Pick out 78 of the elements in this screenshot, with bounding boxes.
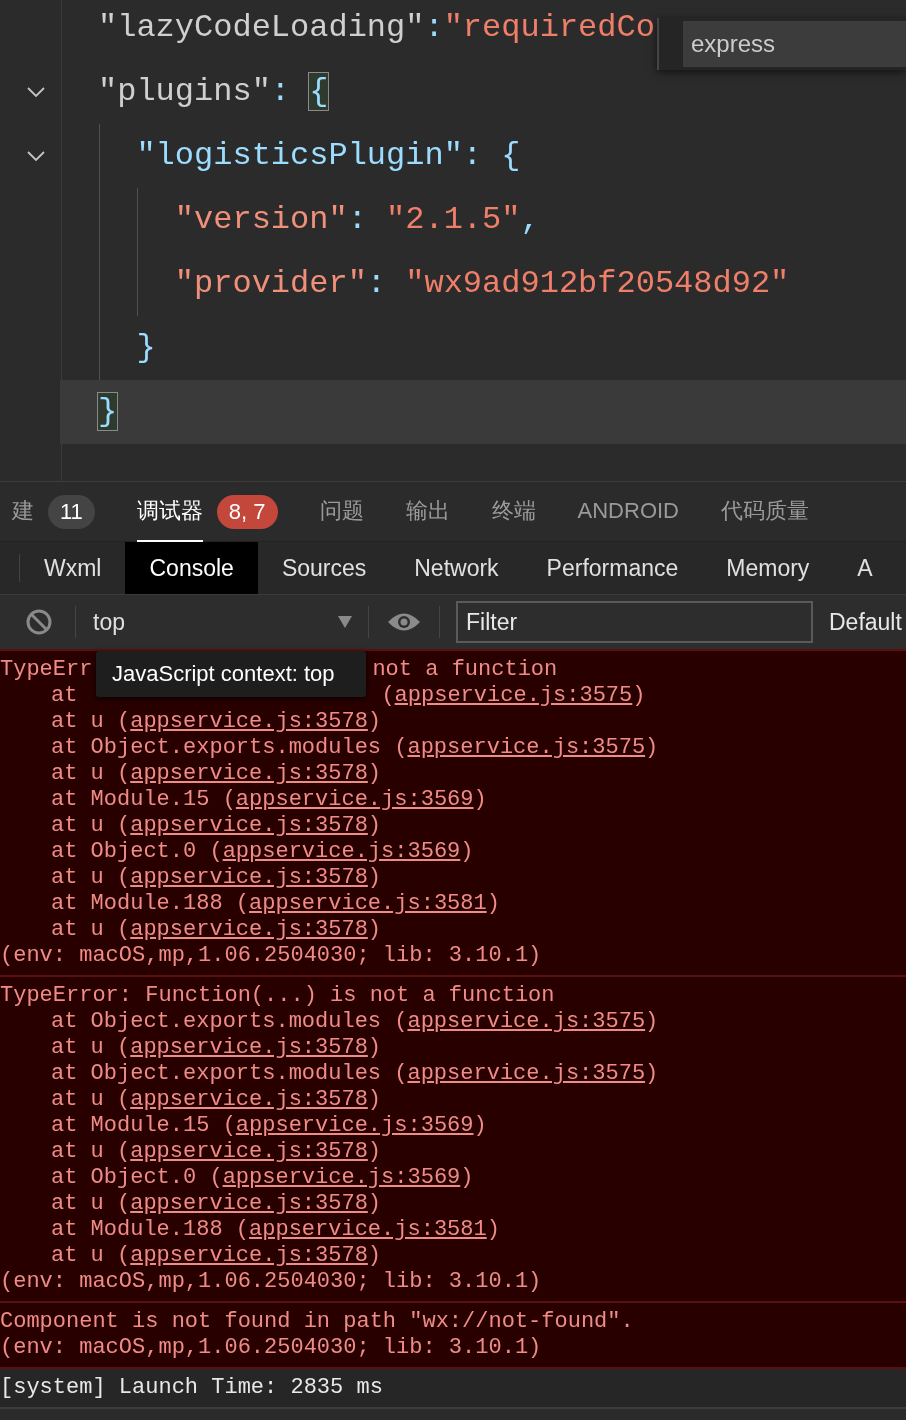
env-info: (env: macOS,mp,1.06.2504030; lib: 3.10.1) xyxy=(0,1335,543,1361)
devtools-tab[interactable]: Console xyxy=(125,542,258,594)
devtools-tab[interactable]: Network xyxy=(390,542,523,594)
source-link[interactable]: appservice.js:3578 xyxy=(130,1035,368,1061)
code-line: "logisticsPlugin": { xyxy=(135,136,521,176)
source-link[interactable]: appservice.js:3578 xyxy=(130,709,368,735)
source-link[interactable]: appservice.js:3578 xyxy=(130,761,368,787)
stack-frame: at u (appservice.js:3578) xyxy=(0,1139,906,1165)
env-info: (env: macOS,mp,1.06.2504030; lib: 3.10.1) xyxy=(0,943,543,969)
fold-chevron-icon[interactable] xyxy=(26,149,46,163)
dropdown-triangle-icon xyxy=(338,616,352,628)
log-levels-dropdown[interactable]: Default xyxy=(829,604,902,640)
stack-frame: at Object.0 (appservice.js:3569) xyxy=(0,839,906,865)
stack-frame: at Module.188 (appservice.js:3581) xyxy=(0,891,906,917)
count-badge: 11 xyxy=(48,494,95,529)
tooltip: JavaScript context: top xyxy=(96,651,366,697)
source-link[interactable]: appservice.js:3578 xyxy=(130,865,368,891)
panel-tab[interactable]: 问题 xyxy=(319,481,364,542)
source-link[interactable]: appservice.js:3578 xyxy=(130,1087,368,1113)
source-link[interactable]: appservice.js:3578 xyxy=(130,1191,368,1217)
fold-chevron-icon[interactable] xyxy=(26,85,46,99)
code-line: "provider": "wx9ad912bf20548d92" xyxy=(173,264,790,304)
stack-frame: at Object.0 (appservice.js:3569) xyxy=(0,1165,906,1191)
stack-frame: at Object.exports.modules (appservice.js:3575) xyxy=(0,1009,906,1035)
stack-frame: at Object.exports.modules (appservice.js:3575) xyxy=(0,1061,906,1087)
stack-frame: at u (appservice.js:3578) xyxy=(0,709,906,735)
source-link[interactable]: appservice.js:3578 xyxy=(130,1139,368,1165)
source-link[interactable]: appservice.js:3575 xyxy=(407,1061,646,1087)
stack-frame: at u (appservice.js:3578) xyxy=(0,1191,906,1217)
message-text: TypeError: Function(...) is not a function xyxy=(0,983,555,1009)
stack-frame: at Object.exports.modules (appservice.js:3575) xyxy=(0,735,906,761)
code-line: "plugins": { xyxy=(98,72,329,112)
code-line: } xyxy=(135,328,156,368)
stack-frame: at u (appservice.js:3578) xyxy=(0,813,906,839)
code-line: "lazyCodeLoading":"requiredCo xyxy=(98,8,655,48)
source-link[interactable]: appservice.js:3569 xyxy=(222,839,461,865)
stack-frame: at Module.15 (appservice.js:3569) xyxy=(0,787,906,813)
message-text: TypeErr xyxy=(0,657,93,683)
message-text: not a function xyxy=(372,657,558,683)
context-select[interactable]: top xyxy=(76,600,368,644)
source-link[interactable]: appservice.js:3575 xyxy=(407,735,646,761)
code-line: "version": "2.1.5", xyxy=(173,200,540,240)
clear-console-icon[interactable] xyxy=(25,608,53,636)
stack-frame: at u (appservice.js:3578) xyxy=(0,1087,906,1113)
devtools-tab[interactable]: Performance xyxy=(522,542,703,594)
env-info: (env: macOS,mp,1.06.2504030; lib: 3.10.1) xyxy=(0,1269,543,1295)
panel-tab[interactable]: 输出 xyxy=(405,481,450,542)
stack-frame: at Module.15 (appservice.js:3569) xyxy=(0,1113,906,1139)
source-link[interactable]: appservice.js:3569 xyxy=(235,1113,474,1139)
panel-tab[interactable]: 终端 xyxy=(491,481,536,542)
stack-frame: at u (appservice.js:3578) xyxy=(0,865,906,891)
source-link[interactable]: appservice.js:3581 xyxy=(249,891,487,917)
panel-tab[interactable]: 建 xyxy=(12,481,34,542)
source-link[interactable]: appservice.js:3575 xyxy=(407,1009,646,1035)
stack-frame: at u (appservice.js:3578) xyxy=(0,761,906,787)
devtools-tab[interactable]: Memory xyxy=(702,542,834,594)
count-badge: 8, 7 xyxy=(216,494,278,529)
filter-field[interactable]: Filter xyxy=(456,601,813,643)
stack-frame: at u (appservice.js:3578) xyxy=(0,917,906,943)
devtools-tab[interactable]: Wxml xyxy=(20,542,126,594)
source-link[interactable]: appservice.js:3569 xyxy=(235,787,474,813)
message-text: [system] Launch Time: 2835 ms xyxy=(0,1375,383,1401)
stack-frame: at u (appservice.js:3578) xyxy=(0,1243,906,1269)
source-link[interactable]: appservice.js:3578 xyxy=(130,813,368,839)
devtools-tab[interactable]: A xyxy=(833,542,897,594)
stack-frame: at Module.188 (appservice.js:3581) xyxy=(0,1217,906,1243)
source-link[interactable]: appservice.js:3578 xyxy=(130,1243,368,1269)
source-link[interactable]: appservice.js:3581 xyxy=(249,1217,487,1243)
source-link[interactable]: appservice.js:3578 xyxy=(130,917,368,943)
stack-frame: at u (appservice.js:3578) xyxy=(0,1035,906,1061)
find-input-field[interactable]: express xyxy=(683,21,906,67)
panel-tab[interactable]: 代码质量 xyxy=(721,481,809,542)
source-link[interactable]: appservice.js:3569 xyxy=(222,1165,461,1191)
eye-icon[interactable] xyxy=(387,611,421,633)
message-text: Component is not found in path "wx://not-found". xyxy=(0,1309,634,1335)
devtools-tab[interactable]: Sources xyxy=(257,542,391,594)
panel-tab[interactable]: ANDROID xyxy=(577,481,679,542)
source-link[interactable]: appservice.js:3575 xyxy=(394,683,633,709)
